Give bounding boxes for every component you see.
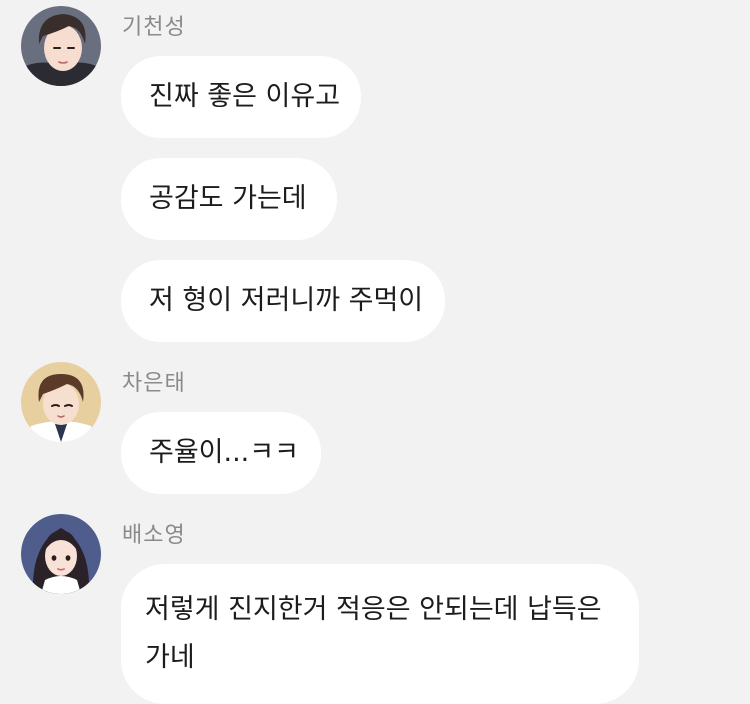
message-bubble[interactable]: 공감도 가는데 <box>121 158 337 240</box>
chat-thread: 기천성 진짜 좋은 이유고 공감도 가는데 저 형이 저러니까 주먹이 차은태 … <box>0 0 750 704</box>
character-avatar-dark-haired-man-icon <box>21 6 101 86</box>
message-text-line: 저렇게 진지한거 적응은 안되는데 납득은 <box>145 594 602 625</box>
character-avatar-long-haired-woman-icon <box>21 514 101 594</box>
message-text: 주율이...ㅋㅋ <box>149 437 299 468</box>
sender-name: 배소영 <box>122 523 186 548</box>
message-bubble[interactable]: 저렇게 진지한거 적응은 안되는데 납득은 가네 <box>121 564 639 704</box>
sender-name: 차은태 <box>122 371 186 396</box>
message-text-line: 가네 <box>145 642 195 673</box>
message-text: 저 형이 저러니까 주먹이 <box>149 285 424 316</box>
message-text: 진짜 좋은 이유고 <box>149 81 341 112</box>
character-avatar-brown-haired-man-icon <box>21 362 101 442</box>
message-bubble[interactable]: 저 형이 저러니까 주먹이 <box>121 260 445 342</box>
message-bubble[interactable]: 진짜 좋은 이유고 <box>121 56 361 138</box>
message-bubble[interactable]: 주율이...ㅋㅋ <box>121 412 321 494</box>
sender-avatar-baesoyoung[interactable] <box>21 514 101 594</box>
sender-name: 기천성 <box>122 15 186 40</box>
sender-avatar-kicheonseong[interactable] <box>21 6 101 86</box>
message-text: 공감도 가는데 <box>149 183 307 214</box>
sender-avatar-chaeuntae[interactable] <box>21 362 101 442</box>
